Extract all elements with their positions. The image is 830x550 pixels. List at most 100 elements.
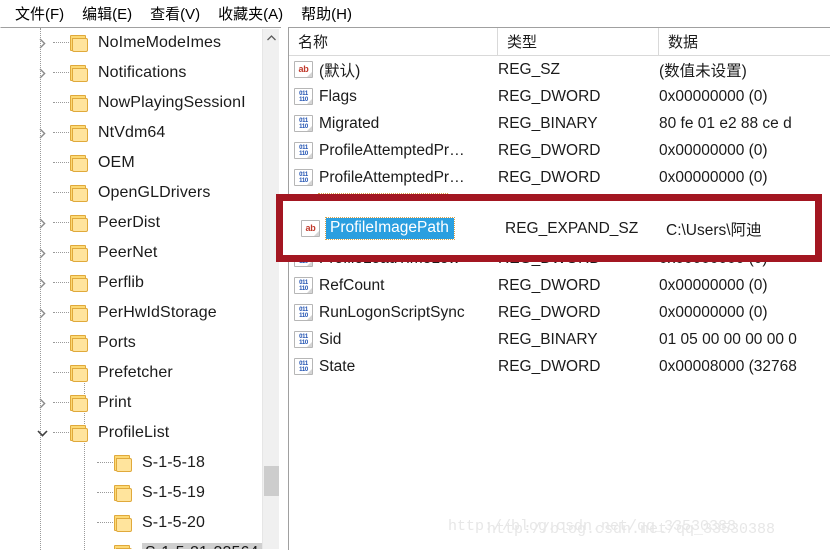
registry-editor-window: 文件(F) 编辑(E) 查看(V) 收藏夹(A) 帮助(H) NoImeMode… (0, 0, 830, 550)
chevron-right-icon[interactable] (31, 37, 53, 49)
value-name-cell[interactable]: 011 110 RunLogonScriptSync (294, 299, 492, 326)
table-row[interactable]: 011 110 Flags REG_DWORD 0x00000000 (0) (289, 83, 830, 110)
value-name-cell[interactable]: ab ProfileImagePath (294, 191, 492, 218)
tree-item-nowplayingsessioni[interactable]: NowPlayingSessionI (1, 88, 263, 118)
folder-icon (70, 424, 91, 442)
value-name-cell[interactable]: 011 110 ProfileLoadTimeHi… (294, 218, 492, 245)
value-data-label: 0x00000000 (0) (659, 87, 768, 105)
scrollbar-thumb[interactable] (264, 466, 279, 496)
tree-item-prefetcher[interactable]: Prefetcher (1, 358, 263, 388)
value-name-cell[interactable]: 011 110 ProfileAttemptedPr… (294, 137, 492, 164)
table-row[interactable]: 011 110 ProfileAttemptedPr… REG_DWORD 0x0000… (289, 164, 830, 191)
chevron-right-icon[interactable] (31, 127, 53, 139)
table-row[interactable]: 011 110 Migrated REG_BINARY 80 fe 01 e2 88 c… (289, 110, 830, 137)
chevron-right-icon[interactable] (31, 217, 53, 229)
tree-item-peernet[interactable]: PeerNet (1, 238, 263, 268)
registry-values-list[interactable]: ab (默认) REG_SZ (数值未设置) 011 110 Flags REG_DWORD 0… (289, 56, 830, 380)
table-row[interactable]: ab ProfileImagePath REG_EXPAND_SZ C:\Users\… (289, 191, 830, 218)
value-name-cell[interactable]: 011 110 Flags (294, 83, 492, 110)
menu-view[interactable]: 查看(V) (141, 1, 209, 27)
tree-item-print[interactable]: Print (1, 388, 263, 418)
column-header-type-label: 类型 (507, 34, 538, 51)
table-row[interactable]: ab (默认) REG_SZ (数值未设置) (289, 56, 830, 83)
value-name-cell[interactable]: 011 110 RefCount (294, 272, 492, 299)
table-row[interactable]: 011 110 ProfileAttemptedPr… REG_DWORD 0x0000… (289, 137, 830, 164)
folder-icon (70, 34, 91, 52)
tree-item-label: Perflib (98, 274, 145, 291)
value-type-label: REG_DWORD (498, 249, 601, 267)
column-header-type[interactable]: 类型 (498, 28, 659, 55)
tree-item-label: S-1-5-21-335644 (142, 542, 263, 549)
tree-connector-line (53, 342, 69, 344)
table-row[interactable]: 011 110 RunLogonScriptSync REG_DWORD 0x00000… (289, 299, 830, 326)
tree-item-s-1-5-21-335644[interactable]: S-1-5-21-335644 (1, 538, 263, 549)
tree-item-label: Print (98, 394, 132, 411)
table-row[interactable]: 011 110 RefCount REG_DWORD 0x00000000 (0) (289, 272, 830, 299)
tree-item-oem[interactable]: OEM (1, 148, 263, 178)
value-name-label: RefCount (319, 276, 385, 294)
tree-item-ports[interactable]: Ports (1, 328, 263, 358)
scroll-up-arrow-icon[interactable] (263, 29, 280, 46)
tree-item-ntvdm64[interactable]: NtVdm64 (1, 118, 263, 148)
tree-item-label: Prefetcher (98, 364, 173, 381)
tree-item-noimemodeimes[interactable]: NoImeModeImes (1, 28, 263, 58)
value-name-cell[interactable]: 011 110 ProfileLoadTimeLow (294, 245, 492, 272)
value-name-label: Flags (319, 87, 357, 105)
binary-value-icon: 011 110 (294, 88, 313, 105)
chevron-right-icon[interactable] (31, 307, 53, 319)
menu-edit[interactable]: 编辑(E) (73, 1, 141, 27)
tree-item-perhwidstorage[interactable]: PerHwIdStorage (1, 298, 263, 328)
column-header-name-label: 名称 (298, 34, 329, 51)
menu-file[interactable]: 文件(F) (6, 1, 73, 27)
tree-item-s-1-5-18[interactable]: S-1-5-18 (1, 448, 263, 478)
registry-tree-pane[interactable]: NoImeModeImes Notifications NowPlayingSess… (0, 27, 281, 550)
folder-icon (114, 484, 135, 502)
tree-item-perflib[interactable]: Perflib (1, 268, 263, 298)
table-row[interactable]: 011 110 ProfileLoadTimeLow REG_DWORD 0x00000… (289, 245, 830, 272)
registry-tree[interactable]: NoImeModeImes Notifications NowPlayingSess… (1, 28, 263, 549)
tree-item-opengldrivers[interactable]: OpenGLDrivers (1, 178, 263, 208)
binary-value-icon: 011 110 (294, 223, 313, 240)
registry-values-pane[interactable]: 名称 类型 数据 ab (默认) REG_SZ (数值未设置) 011 110 Flags R… (288, 27, 830, 550)
chevron-right-icon[interactable] (31, 247, 53, 259)
tree-item-s-1-5-20[interactable]: S-1-5-20 (1, 508, 263, 538)
value-name-cell[interactable]: 011 110 State (294, 353, 492, 380)
column-header-name[interactable]: 名称 (289, 28, 498, 55)
table-row[interactable]: 011 110 State REG_DWORD 0x00008000 (32768 (289, 353, 830, 380)
tree-scrollbar[interactable] (262, 29, 279, 549)
value-type-label: REG_DWORD (498, 222, 601, 240)
value-name-cell[interactable]: 011 110 Sid (294, 326, 492, 353)
value-name-label: Migrated (319, 114, 380, 132)
value-data-label: (数值未设置) (659, 62, 747, 80)
tree-item-notifications[interactable]: Notifications (1, 58, 263, 88)
value-name-cell[interactable]: 011 110 ProfileAttemptedPr… (294, 164, 492, 191)
tree-item-label: ProfileList (98, 424, 170, 441)
value-name-label: ProfileAttemptedPr… (319, 141, 465, 159)
chevron-right-icon[interactable] (31, 397, 53, 409)
tree-connector-line (53, 72, 69, 74)
folder-icon (114, 454, 135, 472)
value-data-label: 0x00000000 (0) (659, 276, 768, 294)
value-type-label: REG_DWORD (498, 87, 601, 105)
value-name-cell[interactable]: 011 110 Migrated (294, 110, 492, 137)
tree-item-peerdist[interactable]: PeerDist (1, 208, 263, 238)
table-row[interactable]: 011 110 Sid REG_BINARY 01 05 00 00 00 00 0 (289, 326, 830, 353)
column-header-data[interactable]: 数据 (659, 28, 830, 55)
value-data-cell: C:\Users\阿迪 (659, 191, 830, 218)
chevron-down-icon[interactable] (31, 429, 53, 437)
chevron-right-icon[interactable] (31, 67, 53, 79)
value-name-cell[interactable]: ab (默认) (294, 56, 492, 83)
chevron-right-icon[interactable] (31, 277, 53, 289)
value-type-cell: REG_DWORD (498, 353, 658, 380)
tree-connector-line (53, 402, 69, 404)
binary-value-icon: 011 110 (294, 277, 313, 294)
tree-item-profilelist[interactable]: ProfileList (1, 418, 263, 448)
menu-favorites[interactable]: 收藏夹(A) (209, 1, 292, 27)
value-type-label: REG_BINARY (498, 330, 598, 348)
tree-item-s-1-5-19[interactable]: S-1-5-19 (1, 478, 263, 508)
value-data-cell: (数值未设置) (659, 56, 830, 83)
tree-item-label: OpenGLDrivers (98, 184, 211, 201)
menu-help[interactable]: 帮助(H) (292, 1, 361, 27)
table-row[interactable]: 011 110 ProfileLoadTimeHi… REG_DWORD 0x00000… (289, 218, 830, 245)
value-name-label: ProfileImagePath (318, 193, 448, 216)
